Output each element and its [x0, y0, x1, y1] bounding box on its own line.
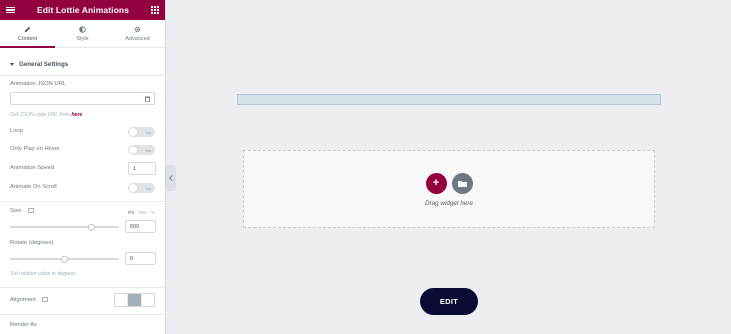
hover-toggle-text: No — [145, 147, 151, 153]
size-units: PX EM % — [128, 210, 155, 215]
tab-content[interactable]: Content — [0, 20, 55, 48]
alignment-label: Alignment — [10, 297, 36, 303]
rotate-helper: Set rotation value in degress — [10, 271, 76, 277]
gear-icon — [134, 26, 141, 32]
align-center-button[interactable] — [128, 294, 142, 306]
json-url-helper-link[interactable]: here — [71, 112, 82, 118]
menu-icon[interactable] — [6, 6, 15, 14]
drop-zone-text: Drag widget here — [425, 200, 473, 207]
rotate-slider-handle[interactable] — [61, 255, 68, 263]
plus-icon: + — [432, 177, 440, 189]
scroll-toggle[interactable]: No — [128, 183, 155, 193]
section-title: General Settings — [19, 61, 69, 68]
delete-url-button[interactable] — [140, 92, 155, 105]
drop-zone[interactable]: + Drag widget here — [243, 150, 655, 228]
half-circle-icon — [79, 25, 86, 33]
unit-px[interactable]: PX — [128, 210, 134, 215]
tab-advanced-label: Advanced — [125, 35, 150, 42]
size-slider-handle[interactable] — [88, 223, 96, 231]
add-section-button[interactable]: + — [425, 173, 447, 194]
chevron-left-icon — [169, 175, 173, 181]
json-url-helper: Get JSON code URL from here — [10, 112, 155, 118]
tab-content-label: Content — [17, 35, 38, 42]
rotate-input[interactable]: 0 — [125, 252, 156, 265]
drop-zone-buttons: + — [244, 173, 654, 194]
divider — [0, 287, 165, 288]
widgets-grid-icon[interactable] — [150, 6, 159, 14]
divider — [0, 201, 165, 202]
align-right-button[interactable] — [142, 294, 154, 306]
render-as-label: Render As — [10, 322, 38, 328]
desktop-icon[interactable] — [42, 297, 49, 302]
add-template-button[interactable] — [451, 173, 473, 194]
tab-advanced[interactable]: Advanced — [110, 20, 165, 47]
size-slider-track[interactable] — [10, 226, 119, 228]
scroll-toggle-text: No — [145, 185, 151, 191]
alignment-choices — [114, 293, 155, 307]
speed-input[interactable]: 1 — [128, 162, 156, 175]
section-general-settings[interactable]: General Settings — [0, 54, 165, 76]
tab-style-label: Style — [76, 35, 89, 42]
collapse-panel-button[interactable] — [166, 165, 176, 191]
panel-tabs: Content Style Advanced — [0, 20, 165, 48]
lottie-widget-placeholder[interactable] — [237, 94, 661, 105]
divider — [0, 314, 165, 315]
json-url-label: Animation JSON URL — [10, 81, 67, 87]
json-url-input[interactable] — [10, 92, 141, 105]
size-label: Size — [10, 208, 22, 214]
panel-header: Edit Lottie Animations — [0, 0, 165, 20]
pencil-icon — [24, 26, 31, 32]
edit-button[interactable]: EDIT — [420, 288, 478, 315]
loop-toggle-text: No — [145, 129, 151, 135]
loop-toggle[interactable]: No — [128, 127, 155, 137]
trash-icon — [144, 96, 150, 102]
unit-percent[interactable]: % — [151, 210, 155, 215]
desktop-icon[interactable] — [27, 208, 34, 213]
size-input[interactable]: 600 — [125, 220, 156, 233]
unit-em[interactable]: EM — [139, 210, 146, 215]
json-url-helper-text: Get JSON code URL from — [10, 112, 70, 118]
hover-toggle[interactable]: No — [128, 145, 155, 155]
folder-icon — [457, 181, 467, 187]
panel-title: Edit Lottie Animations — [36, 5, 130, 15]
rotate-label: Rotate (degrees) — [10, 240, 54, 246]
align-left-button[interactable] — [115, 294, 129, 306]
tab-style[interactable]: Style — [55, 20, 110, 47]
editor-panel: Edit Lottie Animations Content Style Adv… — [0, 0, 166, 334]
caret-down-icon — [10, 63, 14, 66]
